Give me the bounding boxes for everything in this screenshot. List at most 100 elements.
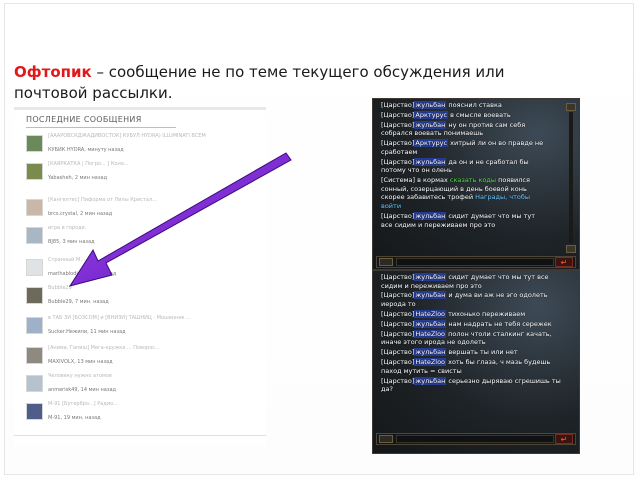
chat-log: [Царство]жульбан сидит думает что мы тут… xyxy=(381,273,565,395)
chat-input[interactable] xyxy=(396,258,554,266)
forum-entry-text[interactable]: Человеку нужно атомов xyxy=(48,373,208,379)
chat-message: [Царство]HateZloo полон чтоли сталкинг к… xyxy=(381,329,565,347)
forum-entry[interactable]: Странный М... marihablodi... 3 мин назад xyxy=(26,257,266,287)
send-enter-icon[interactable]: ↵ xyxy=(555,434,573,444)
offtopic-term: Офтопик xyxy=(14,63,92,81)
forum-entry-text[interactable]: [Анима, Гапиш] Мега-кружка ... Поворос..… xyxy=(48,345,208,351)
avatar[interactable] xyxy=(26,403,43,420)
avatar[interactable] xyxy=(26,347,43,364)
forum-entry[interactable]: [КАЯРКАТКА | Погро... ] Коно... Yabasheh… xyxy=(26,161,266,191)
forum-section-title: ПОСЛЕДНИЕ СООБЩЕНИЯ xyxy=(26,115,142,124)
avatar[interactable] xyxy=(26,375,43,392)
chat-message-text: нам надрать не тебя сережек xyxy=(446,319,552,328)
chat-channel-prefix: [Царство] xyxy=(381,348,415,357)
chat-player-name[interactable]: жульбан xyxy=(414,120,447,129)
chat-message-text: тихонько переживаем xyxy=(446,309,526,318)
chat-player-name[interactable]: жульбан xyxy=(414,101,447,109)
chat-player-name[interactable]: Арктурус xyxy=(414,110,449,119)
chat-message-text: пояснил ставка xyxy=(446,101,502,109)
forum-entry-text[interactable]: в ТАБ ЗИ [БОЗСОМ] и [ВНИЗИ] ТАШНИЦ - Мош… xyxy=(48,315,208,321)
forum-entry-author: Yabasheh, 2 мин назад xyxy=(48,175,108,181)
forum-entry[interactable]: [Кангелтес] Пиформа от Лилы Кристал... br… xyxy=(26,197,266,227)
avatar[interactable] xyxy=(26,163,43,180)
chat-message: [Царство]жульбан серьезно дыряваю сгреши… xyxy=(381,376,565,394)
chat-player-name[interactable]: HateZloo xyxy=(414,309,447,318)
chat-channel-prefix: [Царство] xyxy=(381,358,415,367)
chat-log: [Царство]жульбан пояснил ставка [Царство]… xyxy=(381,101,547,230)
forum-entry-author: Sucker.Нежили, 11 мин назад xyxy=(48,329,126,335)
chat-message: [Царство]жульбан ну он против сам себя с… xyxy=(381,120,547,138)
chat-player-name[interactable]: жульбан xyxy=(414,291,447,300)
chat-message-text: вершать ты или нет xyxy=(446,348,518,357)
forum-entry-author: brcs.crystal, 2 мин назад xyxy=(48,211,113,217)
chat-message: [Царство]HateZloo тихонько переживаем xyxy=(381,309,565,319)
chat-player-name[interactable]: HateZloo xyxy=(414,329,447,338)
scroll-down-icon[interactable] xyxy=(566,245,576,253)
chat-channel-prefix: [Царство] xyxy=(381,319,415,328)
chat-input-bar: ↵ xyxy=(376,256,576,268)
avatar[interactable] xyxy=(26,227,43,244)
forum-entry[interactable]: в ТАБ ЗИ [БОЗСОМ] и [ВНИЗИ] ТАШНИЦ - Мош… xyxy=(26,315,266,345)
forum-entry-text[interactable]: [Кангелтес] Пиформа от Лилы Кристал... xyxy=(48,197,208,203)
chat-message: [Царство]жульбан пояснил ставка xyxy=(381,101,547,110)
forum-entry-text[interactable]: [АААРОВСКДЖАДИВОСТОК] КУБУЛ HYDRA) ILLUM… xyxy=(48,133,208,139)
forum-entry-text[interactable]: игра в городе. xyxy=(48,225,208,231)
forum-entry-text[interactable]: [КАЯРКАТКА | Погро... ] Коно... xyxy=(48,161,208,167)
forum-entry-text[interactable]: Странный М... xyxy=(48,257,208,263)
forum-entry-author: BJ85, 3 мин назад xyxy=(48,239,95,245)
forum-top-rule xyxy=(14,107,266,110)
chat-message: [Царство]жульбан да он и не сработал бы … xyxy=(381,157,547,175)
chat-player-name[interactable]: жульбан xyxy=(414,348,447,357)
forum-entry[interactable]: Bubble29 Bubble29, 7 мин. назад xyxy=(26,285,266,315)
chat-player-name[interactable]: жульбан xyxy=(414,273,447,281)
chat-channel-prefix: [Царство] xyxy=(381,273,415,281)
avatar[interactable] xyxy=(26,317,43,334)
chat-player-name[interactable]: жульбан xyxy=(414,157,447,166)
game-chat-window-2: [Царство]жульбан сидит думает что мы тут… xyxy=(372,270,580,454)
chat-player-name[interactable]: HateZloo xyxy=(414,358,447,367)
forum-entry-text[interactable]: Bubble29 xyxy=(48,285,208,291)
chat-message: [Царство]Арктурус хитрый ли он во правде… xyxy=(381,139,547,156)
chat-channel-prefix: [Царство] xyxy=(381,139,415,148)
chat-channel-prefix: [Царство] xyxy=(381,376,415,385)
chat-player-name[interactable]: жульбан xyxy=(414,376,447,385)
forum-entry-author: MAXIVOLX, 13 мин назад xyxy=(48,359,113,365)
forum-entry[interactable]: игра в городе. BJ85, 3 мин назад xyxy=(26,225,266,255)
forum-entry-text[interactable]: М-91 [Бутербро...] Радио... xyxy=(48,401,208,407)
avatar[interactable] xyxy=(26,135,43,152)
chat-message: [Система] в кормах сказать коды появился… xyxy=(381,176,547,210)
chat-channel-prefix: [Царство] xyxy=(381,309,415,318)
chat-scrollbar[interactable] xyxy=(566,103,576,253)
chat-input[interactable] xyxy=(396,435,554,443)
avatar[interactable] xyxy=(26,259,43,276)
chat-message: [Царство]жульбан и дума ви аж не эго одо… xyxy=(381,291,565,308)
forum-entry-author: marihablodi... 3 мин назад xyxy=(48,271,117,277)
chat-channel-prefix: [Система] в кормах xyxy=(381,176,450,185)
forum-entry-author: Bubble29, 7 мин. назад xyxy=(48,299,109,305)
scroll-up-icon[interactable] xyxy=(566,103,576,111)
channel-flag-icon[interactable] xyxy=(379,435,393,443)
forum-title-underline xyxy=(26,127,176,128)
forum-entry[interactable]: [АААРОВСКДЖАДИВОСТОК] КУБУЛ HYDRA) ILLUM… xyxy=(26,133,266,163)
chat-message: [Царство]жульбан вершать ты или нет xyxy=(381,348,565,357)
chat-player-name[interactable]: Арктурус xyxy=(414,139,449,148)
chat-message: [Царство]жульбан сидит думает что мы тут… xyxy=(381,273,565,290)
forum-entry[interactable]: [Анима, Гапиш] Мега-кружка ... Поворос..… xyxy=(26,345,266,375)
chat-channel-prefix: [Царство] xyxy=(381,329,415,338)
forum-entry[interactable]: Человеку нужно атомов anmerisk49, 14 мин … xyxy=(26,373,266,403)
chat-message: [Царство]жульбан сидит думает что мы тут… xyxy=(381,211,547,229)
chat-player-name[interactable]: жульбан xyxy=(414,319,447,328)
chat-item-link[interactable]: сказать коды xyxy=(450,176,496,184)
chat-channel-prefix: [Царство] xyxy=(381,291,415,300)
channel-flag-icon[interactable] xyxy=(379,258,393,266)
chat-message-text: в смысле воевать xyxy=(448,110,511,119)
send-enter-icon[interactable]: ↵ xyxy=(555,257,573,267)
avatar[interactable] xyxy=(26,287,43,304)
forum-entry-author: anmerisk49, 14 мин назад xyxy=(48,387,117,393)
forum-entry-author: М-91, 19 мин. назад xyxy=(48,415,101,421)
scroll-track[interactable] xyxy=(569,112,573,243)
chat-player-name[interactable]: жульбан xyxy=(414,211,447,220)
forum-entry[interactable]: М-91 [Бутербро...] Радио... М-91, 19 мин.… xyxy=(26,401,266,431)
chat-channel-prefix: [Царство] xyxy=(381,110,415,119)
avatar[interactable] xyxy=(26,199,43,216)
